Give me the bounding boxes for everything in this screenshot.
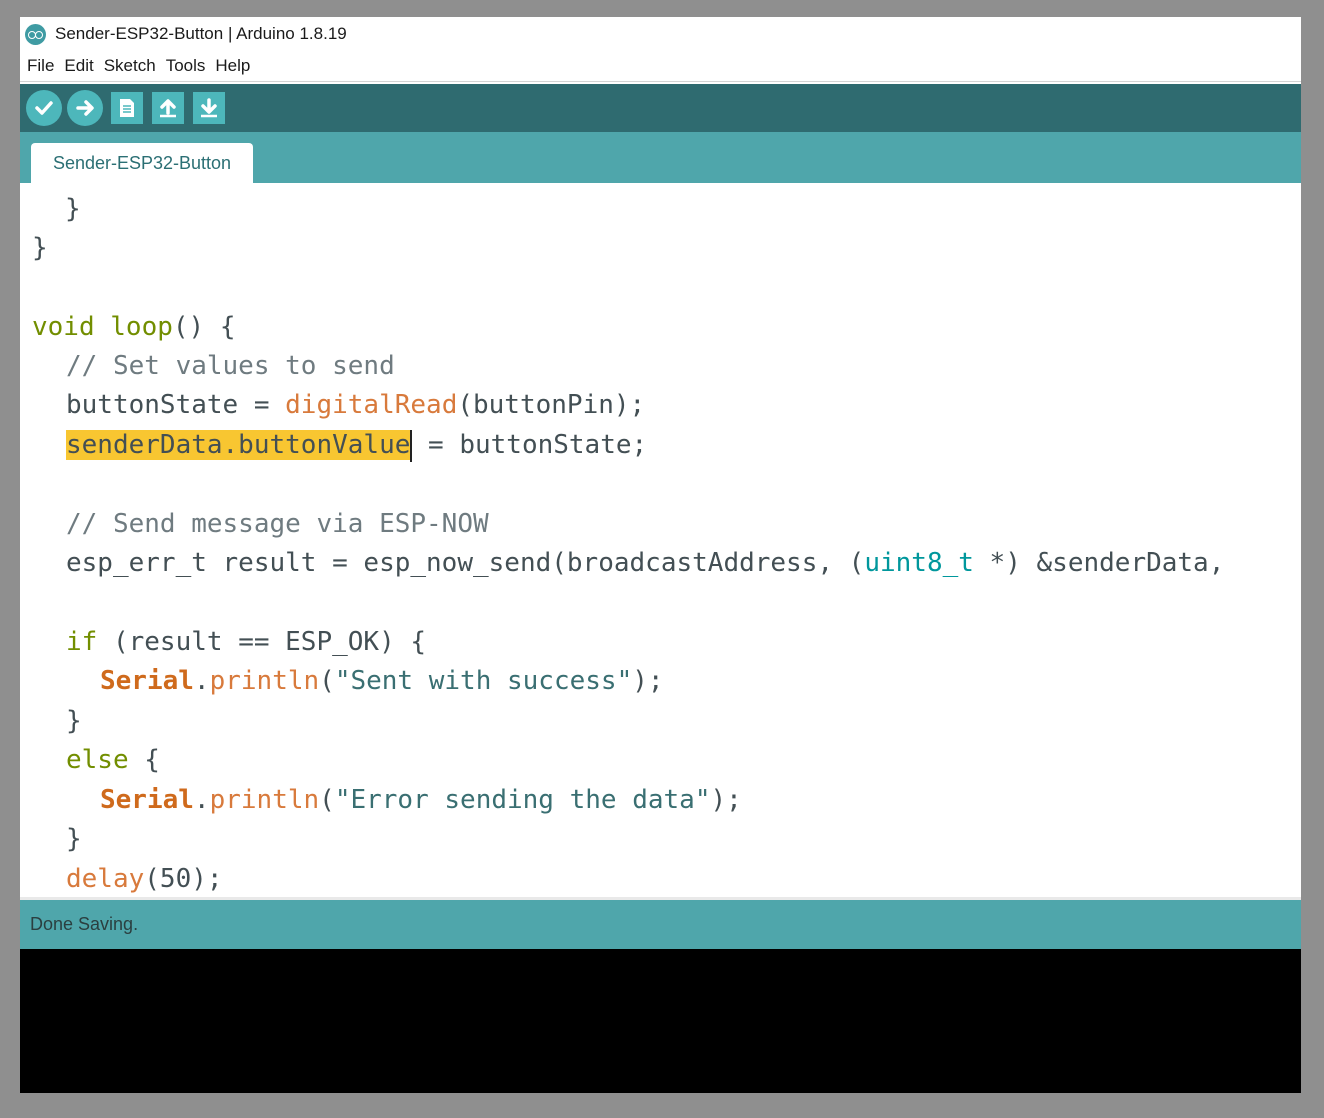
code-line: } [66, 820, 82, 859]
check-icon [35, 101, 53, 115]
menu-bar: File Edit Sketch Tools Help [20, 51, 1301, 82]
window-title: Sender-ESP32-Button | Arduino 1.8.19 [55, 24, 347, 43]
arduino-ide-window: Sender-ESP32-Button | Arduino 1.8.19 Fil… [20, 17, 1301, 1093]
code-line: } [32, 229, 48, 268]
keyword: else [66, 745, 129, 775]
code-line: if (result == ESP_OK) { [66, 623, 426, 662]
code-line: // Set values to send [66, 347, 395, 386]
menu-file[interactable]: File [27, 56, 54, 76]
status-message: Done Saving. [30, 914, 139, 934]
menu-tools[interactable]: Tools [166, 56, 206, 76]
code-text: (result == ESP_OK) { [97, 627, 427, 657]
new-sketch-button[interactable] [111, 92, 143, 124]
code-line: else { [66, 741, 160, 780]
code-text: } [32, 233, 48, 263]
code-line: delay(50); [66, 860, 223, 897]
code-line: } [65, 190, 81, 229]
status-bar: Done Saving. [20, 897, 1301, 949]
code-text: () { [172, 312, 236, 342]
menu-edit[interactable]: Edit [64, 56, 93, 76]
menu-sketch[interactable]: Sketch [104, 56, 156, 76]
code-text: } [66, 706, 82, 736]
arrow-down-icon [201, 98, 217, 118]
code-text: ); [632, 666, 664, 696]
function-name: delay [66, 864, 145, 894]
open-sketch-button[interactable] [152, 92, 184, 124]
code-text: buttonState = [66, 390, 286, 420]
arrow-right-icon [76, 100, 94, 116]
keyword: void [32, 312, 95, 342]
arrow-up-icon [160, 99, 176, 118]
code-text: } [66, 824, 82, 854]
console-output[interactable] [20, 949, 1301, 1093]
tab-label: Sender-ESP32-Button [52, 152, 232, 173]
function-name: println [209, 666, 320, 696]
code-text: (50); [144, 864, 223, 894]
toolbar [20, 84, 1301, 132]
save-sketch-button[interactable] [193, 92, 225, 124]
code-text: ); [710, 785, 742, 815]
tab-bar: Sender-ESP32-Button [20, 132, 1301, 183]
tab-sender-esp32-button[interactable]: Sender-ESP32-Button [31, 143, 253, 183]
code-text: ( [319, 785, 335, 815]
code-line: buttonState = digitalRead(buttonPin); [66, 386, 645, 425]
object-name: Serial [100, 785, 194, 815]
code-text: { [128, 745, 160, 775]
code-line: } [66, 702, 82, 741]
code-line: Serial.println("Sent with success"); [100, 662, 664, 701]
function-name: println [209, 785, 320, 815]
object-name: Serial [100, 666, 194, 696]
code-text: *) &senderData, [973, 548, 1225, 578]
menu-help[interactable]: Help [215, 56, 250, 76]
function-name: digitalRead [285, 390, 458, 420]
new-file-icon [120, 99, 134, 117]
code-line: senderData.buttonValue = buttonState; [66, 426, 647, 465]
code-text: = buttonState; [412, 430, 648, 460]
comment: // Send message via ESP-NOW [66, 509, 489, 539]
code-line: Serial.println("Error sending the data")… [100, 781, 742, 820]
upload-button[interactable] [67, 90, 103, 126]
selected-text[interactable]: senderData.buttonValue [66, 430, 411, 460]
title-bar: Sender-ESP32-Button | Arduino 1.8.19 [20, 17, 1301, 51]
code-line: // Send message via ESP-NOW [66, 505, 489, 544]
function-name: loop [110, 312, 173, 342]
arduino-logo-icon [25, 23, 46, 45]
code-line: esp_err_t result = esp_now_send(broadcas… [66, 544, 1224, 583]
verify-button[interactable] [26, 90, 62, 126]
comment: // Set values to send [66, 351, 395, 381]
code-text: . [193, 785, 210, 815]
code-text: . [193, 666, 210, 696]
type-name: uint8_t [864, 548, 974, 578]
code-text: (buttonPin); [457, 390, 646, 420]
code-text: ( [319, 666, 335, 696]
code-editor[interactable]: } } void loop() { // Set values to send … [20, 183, 1301, 897]
code-text: } [65, 194, 81, 224]
code-line: void loop() { [32, 308, 236, 347]
string-literal: "Error sending the data" [334, 785, 711, 815]
code-text: esp_err_t result = esp_now_send(broadcas… [66, 548, 865, 578]
string-literal: "Sent with success" [334, 666, 633, 696]
keyword: if [66, 627, 98, 657]
